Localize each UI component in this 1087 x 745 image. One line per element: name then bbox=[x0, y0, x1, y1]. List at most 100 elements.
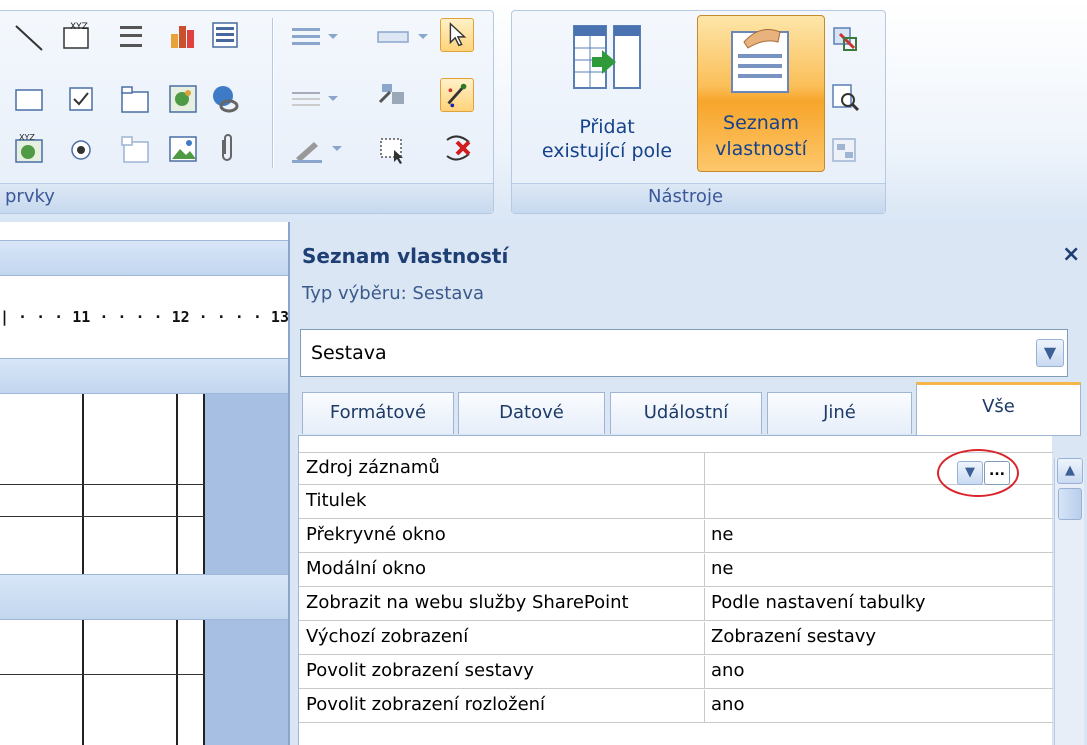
insert-control-icon[interactable] bbox=[378, 80, 408, 110]
group-label-bar: prvky bbox=[0, 183, 493, 213]
selection-type: Typ výběru: Sestava bbox=[302, 283, 484, 304]
property-row[interactable]: Povolit zobrazení rozložení ano bbox=[299, 690, 1053, 723]
property-sheet-title: Seznam vlastností bbox=[302, 244, 509, 268]
tab-vse[interactable]: Vše bbox=[916, 382, 1081, 436]
ribbon: prvky Nástroje XYZ XYZ Přidat existující… bbox=[0, 0, 1087, 222]
property-grid: Zdroj záznamů Titulek Překryvné okno ne … bbox=[298, 436, 1053, 745]
tab-datove[interactable]: Datové bbox=[458, 392, 605, 434]
tab-label: Událostní bbox=[643, 402, 729, 423]
property-row[interactable]: Překryvné okno ne bbox=[299, 520, 1053, 553]
object-selector-combo[interactable]: Sestava ▼ bbox=[300, 329, 1068, 377]
group-label-bar: Nástroje bbox=[512, 183, 885, 213]
control-wizards-button[interactable] bbox=[440, 78, 474, 112]
hyperlink-icon[interactable] bbox=[210, 84, 240, 114]
controls-group-label: prvky bbox=[5, 186, 55, 207]
list-box-icon[interactable] bbox=[376, 22, 432, 52]
tab-udalostni[interactable]: Událostní bbox=[610, 392, 762, 434]
tab-label: Jiné bbox=[823, 402, 856, 423]
tab-label: Formátové bbox=[329, 402, 427, 423]
ruler-text: | · · · 11 · · · · 12 · · · · 13 · bbox=[0, 308, 290, 326]
tab-label: Datové bbox=[499, 402, 564, 423]
list-box-icon[interactable] bbox=[210, 20, 240, 50]
vertical-scrollbar[interactable]: ▲ bbox=[1054, 458, 1084, 745]
report-design-area: | · · · 11 · · · · 12 · · · · 13 · bbox=[0, 222, 290, 745]
line-icon[interactable] bbox=[14, 22, 44, 52]
section-bar[interactable] bbox=[0, 358, 290, 394]
property-sheet-pane: Seznam vlastností × Typ výběru: Sestava … bbox=[288, 222, 1087, 745]
convert-macros-icon[interactable] bbox=[830, 136, 860, 166]
property-name: Překryvné okno bbox=[299, 520, 705, 553]
tab-order-icon[interactable] bbox=[830, 24, 860, 54]
tab-formatove[interactable]: Formátové bbox=[302, 392, 454, 434]
property-name: Výchozí zobrazení bbox=[299, 622, 705, 655]
close-icon[interactable]: × bbox=[1062, 242, 1080, 267]
image-icon[interactable] bbox=[168, 134, 198, 164]
grid-line bbox=[0, 516, 205, 517]
property-sheet-label-line1: Seznam bbox=[723, 112, 799, 134]
grid-line bbox=[82, 620, 84, 745]
select-tool-button[interactable] bbox=[440, 18, 474, 52]
property-sheet-label-line2: vlastností bbox=[715, 138, 807, 160]
add-existing-fields-label-line2: existující pole bbox=[541, 140, 673, 162]
property-sheet-button[interactable]: Seznam vlastností bbox=[697, 15, 825, 172]
property-sheet-icon bbox=[731, 29, 789, 93]
highlight-circle bbox=[937, 449, 1019, 497]
design-column bbox=[205, 620, 290, 745]
ribbon-separator bbox=[272, 18, 273, 168]
view-code-icon[interactable] bbox=[830, 82, 860, 112]
property-name: Povolit zobrazení rozložení bbox=[299, 690, 705, 723]
line-thickness-icon[interactable] bbox=[290, 22, 342, 52]
design-column bbox=[205, 394, 290, 574]
tab-control-icon[interactable] bbox=[120, 84, 150, 114]
horizontal-ruler: | · · · 11 · · · · 12 · · · · 13 · bbox=[0, 308, 290, 348]
object-selector-value: Sestava bbox=[311, 342, 387, 364]
property-row[interactable]: Modální okno ne bbox=[299, 554, 1053, 587]
section-bar[interactable] bbox=[0, 240, 290, 276]
selection-type-label: Typ výběru: bbox=[302, 283, 407, 304]
line-type-icon[interactable] bbox=[290, 84, 342, 114]
subform-icon[interactable] bbox=[120, 134, 150, 164]
delete-icon[interactable] bbox=[443, 132, 477, 162]
property-name: Zobrazit na webu služby SharePoint bbox=[299, 588, 705, 621]
add-existing-fields-icon bbox=[573, 25, 641, 89]
property-value[interactable]: ano bbox=[711, 656, 1051, 689]
grid-line bbox=[0, 674, 205, 675]
tools-group-label: Nástroje bbox=[648, 186, 724, 207]
attachment-icon[interactable] bbox=[212, 134, 242, 164]
bound-object-frame-icon[interactable]: XYZ bbox=[14, 134, 44, 164]
grid-line bbox=[203, 620, 205, 745]
property-row[interactable]: Výchozí zobrazení Zobrazení sestavy bbox=[299, 622, 1053, 655]
selection-type-value: Sestava bbox=[412, 283, 485, 304]
svg-text:XYZ: XYZ bbox=[19, 134, 35, 142]
chart-icon[interactable] bbox=[168, 20, 198, 50]
property-value[interactable]: Zobrazení sestavy bbox=[711, 622, 1051, 655]
scrollbar-thumb[interactable] bbox=[1058, 488, 1082, 520]
add-existing-fields-button[interactable]: Přidat existující pole bbox=[518, 18, 696, 168]
property-name: Titulek bbox=[299, 486, 705, 519]
chevron-down-icon[interactable]: ▼ bbox=[1036, 339, 1064, 367]
label-icon[interactable]: XYZ bbox=[62, 20, 92, 50]
unbound-object-frame-icon[interactable] bbox=[168, 84, 198, 114]
page-break-icon[interactable] bbox=[116, 22, 146, 52]
select-all-icon[interactable] bbox=[378, 136, 408, 166]
property-name: Zdroj záznamů bbox=[299, 453, 705, 486]
property-value[interactable]: ano bbox=[711, 690, 1051, 723]
svg-text:XYZ: XYZ bbox=[70, 22, 88, 32]
grid-line bbox=[0, 484, 205, 485]
line-color-icon[interactable] bbox=[290, 134, 352, 164]
property-row[interactable]: Povolit zobrazení sestavy ano bbox=[299, 656, 1053, 689]
property-row[interactable]: Zobrazit na webu služby SharePoint Podle… bbox=[299, 588, 1053, 621]
property-row[interactable]: Titulek bbox=[299, 486, 1053, 519]
chevron-up-icon[interactable]: ▲ bbox=[1057, 458, 1083, 484]
property-value[interactable]: Podle nastavení tabulky bbox=[711, 588, 1051, 621]
rectangle-icon[interactable] bbox=[14, 84, 44, 114]
tab-label: Vše bbox=[982, 396, 1015, 417]
property-value[interactable]: ne bbox=[711, 520, 1051, 553]
option-button-icon[interactable] bbox=[66, 134, 96, 164]
property-name: Modální okno bbox=[299, 554, 705, 587]
section-bar[interactable] bbox=[0, 574, 290, 620]
property-value[interactable]: ne bbox=[711, 554, 1051, 587]
grid-line bbox=[176, 620, 178, 745]
check-box-icon[interactable] bbox=[66, 84, 96, 114]
tab-jine[interactable]: Jiné bbox=[767, 392, 912, 434]
